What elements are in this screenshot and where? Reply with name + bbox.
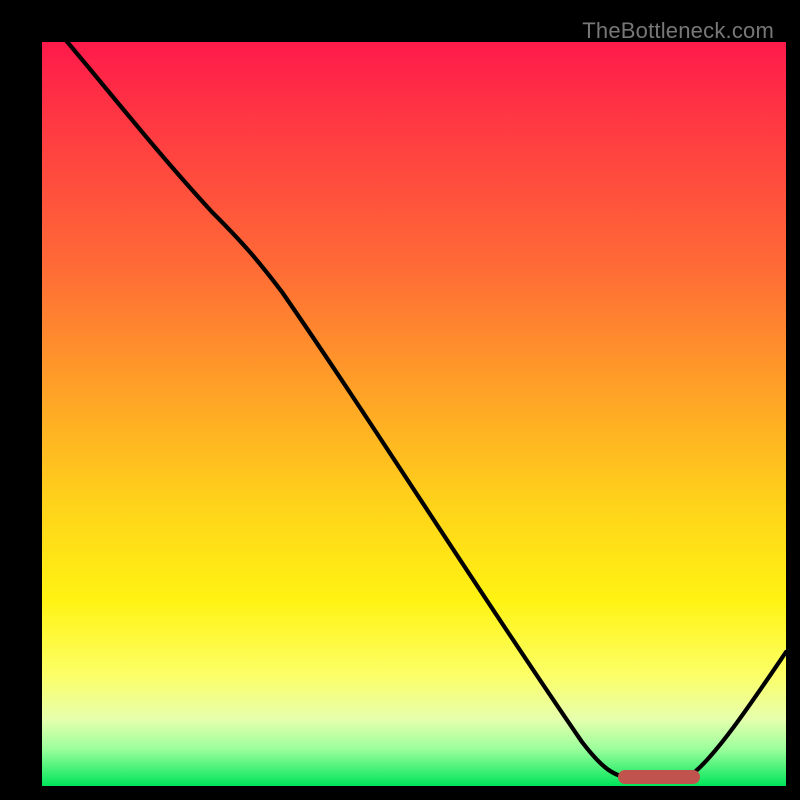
optimal-range-marker bbox=[618, 770, 700, 784]
bottleneck-curve bbox=[42, 42, 786, 786]
plot-area bbox=[42, 42, 786, 786]
chart-frame: TheBottleneck.com bbox=[14, 14, 786, 786]
curve-path bbox=[42, 12, 786, 778]
watermark-text: TheBottleneck.com bbox=[582, 18, 774, 44]
